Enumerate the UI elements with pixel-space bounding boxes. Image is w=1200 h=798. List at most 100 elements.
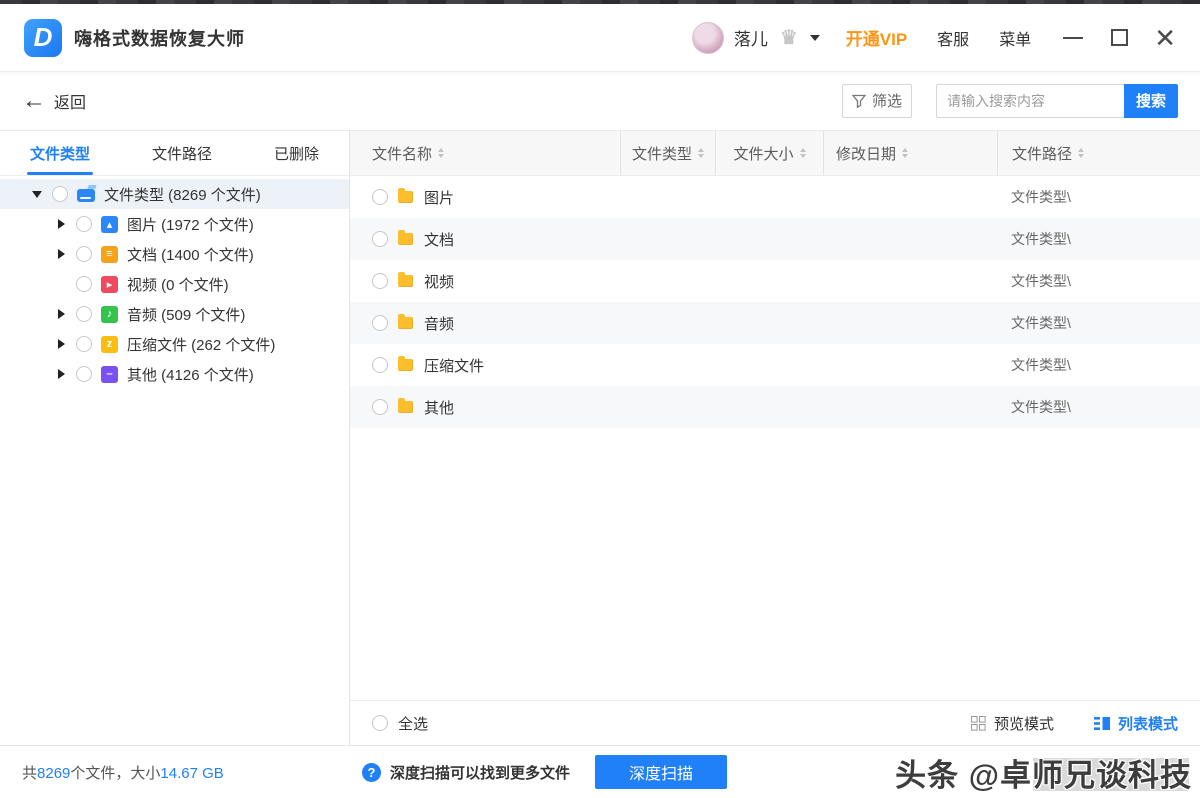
row-checkbox[interactable] bbox=[372, 189, 388, 205]
radio-checkbox[interactable] bbox=[76, 246, 92, 262]
select-all-control[interactable]: 全选 bbox=[372, 713, 428, 734]
customer-service-button[interactable]: 客服 bbox=[937, 26, 969, 50]
file-name-label: 文档 bbox=[424, 229, 454, 250]
filter-button[interactable]: 筛选 bbox=[842, 84, 912, 118]
deep-scan-button[interactable]: 深度扫描 bbox=[595, 755, 727, 789]
file-name-label: 其他 bbox=[424, 397, 454, 418]
triangle-right-icon bbox=[58, 249, 65, 259]
file-list-panel: 文件名称文件类型文件大小修改日期文件路径 图片文件类型\文档文件类型\视频文件类… bbox=[350, 131, 1200, 745]
sort-up-icon bbox=[438, 148, 444, 152]
cell-file-name: 文档 bbox=[350, 229, 620, 250]
cell-file-name: 图片 bbox=[350, 187, 620, 208]
titlebar: D 嗨格式数据恢复大师 落儿 ♛ 开通VIP 客服 菜单 ✕ bbox=[0, 4, 1200, 72]
funnel-icon bbox=[852, 94, 866, 108]
radio-checkbox[interactable] bbox=[76, 336, 92, 352]
sort-up-icon bbox=[1078, 148, 1084, 152]
minimize-button[interactable] bbox=[1063, 37, 1083, 39]
row-checkbox[interactable] bbox=[372, 273, 388, 289]
tree-item[interactable]: 文件类型 (8269 个文件) bbox=[0, 179, 349, 209]
collapse-arrow-icon[interactable] bbox=[54, 339, 68, 349]
select-all-checkbox[interactable] bbox=[372, 715, 388, 731]
cell-file-path: 文件类型\ bbox=[997, 187, 1200, 207]
watermark-text: 头条 @卓师兄谈科技 bbox=[895, 750, 1192, 795]
close-button[interactable]: ✕ bbox=[1154, 28, 1176, 48]
content-area: 文件类型 文件路径 已删除 文件类型 (8269 个文件)▴图片 (1972 个文件… bbox=[0, 130, 1200, 745]
tab-file-type[interactable]: 文件类型 bbox=[30, 131, 90, 175]
tree-item[interactable]: z 压缩文件 (262 个文件) bbox=[0, 329, 349, 359]
collapse-arrow-icon[interactable] bbox=[54, 219, 68, 229]
search-area: 搜索 bbox=[936, 84, 1178, 118]
column-header[interactable]: 文件大小 bbox=[715, 131, 823, 175]
radio-checkbox[interactable] bbox=[76, 366, 92, 382]
radio-checkbox[interactable] bbox=[76, 276, 92, 292]
search-button[interactable]: 搜索 bbox=[1124, 84, 1178, 118]
sort-arrows-icon[interactable] bbox=[698, 148, 704, 158]
row-checkbox[interactable] bbox=[372, 315, 388, 331]
row-checkbox[interactable] bbox=[372, 399, 388, 415]
table-row[interactable]: 图片 文件类型\ bbox=[350, 176, 1200, 218]
table-row[interactable]: 视频文件类型\ bbox=[350, 260, 1200, 302]
tree-item[interactable]: ≡文档 (1400 个文件) bbox=[0, 239, 349, 269]
app-logo-icon: D bbox=[24, 19, 62, 57]
chevron-down-icon[interactable] bbox=[810, 35, 820, 41]
search-input[interactable] bbox=[936, 84, 1124, 118]
column-header[interactable]: 修改日期 bbox=[823, 131, 997, 175]
table-row[interactable]: 文档文件类型\ bbox=[350, 218, 1200, 260]
preview-grid-icon bbox=[971, 716, 986, 731]
question-icon: ? bbox=[362, 763, 381, 782]
radio-checkbox[interactable] bbox=[52, 186, 68, 202]
back-button[interactable]: ← 返回 bbox=[22, 89, 86, 113]
table-row[interactable]: 压缩文件 文件类型\ bbox=[350, 344, 1200, 386]
menu-button[interactable]: 菜单 bbox=[999, 26, 1031, 50]
triangle-right-icon bbox=[58, 219, 65, 229]
tree-item[interactable]: ♪音频 (509 个文件) bbox=[0, 299, 349, 329]
tree-item-label: 其他 (4126 个文件) bbox=[127, 364, 254, 385]
list-mode-label: 列表模式 bbox=[1118, 713, 1178, 734]
tree-item-label: 图片 (1972 个文件) bbox=[127, 214, 254, 235]
column-header[interactable]: 文件名称 bbox=[350, 131, 620, 175]
file-name-label: 图片 bbox=[424, 187, 454, 208]
column-header[interactable]: 文件路径 bbox=[997, 131, 1200, 175]
triangle-down-icon bbox=[32, 191, 42, 198]
collapse-arrow-icon[interactable] bbox=[54, 309, 68, 319]
cell-file-path: 文件类型\ bbox=[997, 397, 1200, 417]
back-label: 返回 bbox=[54, 89, 86, 113]
tree-item[interactable]: ▸视频 (0 个文件) bbox=[0, 269, 349, 299]
radio-checkbox[interactable] bbox=[76, 306, 92, 322]
tree-item[interactable]: –其他 (4126 个文件) bbox=[0, 359, 349, 389]
select-all-label: 全选 bbox=[398, 713, 428, 734]
cell-file-path: 文件类型\ bbox=[997, 355, 1200, 375]
radio-checkbox[interactable] bbox=[76, 216, 92, 232]
table-body: 图片文件类型\文档文件类型\视频文件类型\音频文件类型\压缩文件文件类型\其他文… bbox=[350, 176, 1200, 428]
user-avatar[interactable] bbox=[692, 22, 724, 54]
column-header-label: 文件名称 bbox=[372, 143, 432, 164]
tab-deleted[interactable]: 已删除 bbox=[274, 131, 319, 175]
preview-mode-button[interactable]: 预览模式 bbox=[971, 713, 1054, 734]
total-size: 14.67 GB bbox=[160, 765, 223, 782]
archive-file-icon: z bbox=[101, 336, 118, 353]
file-name-label: 压缩文件 bbox=[424, 355, 484, 376]
collapse-arrow-icon[interactable] bbox=[54, 369, 68, 379]
maximize-button[interactable] bbox=[1111, 29, 1128, 46]
row-checkbox[interactable] bbox=[372, 231, 388, 247]
column-header-label: 文件路径 bbox=[1012, 143, 1072, 164]
sort-arrows-icon[interactable] bbox=[438, 148, 444, 158]
sort-arrows-icon[interactable] bbox=[800, 148, 806, 158]
collapse-arrow-icon[interactable] bbox=[54, 249, 68, 259]
column-header-label: 文件大小 bbox=[733, 143, 793, 164]
table-row[interactable]: 音频文件类型\ bbox=[350, 302, 1200, 344]
row-checkbox[interactable] bbox=[372, 357, 388, 373]
tree-item-label: 压缩文件 (262 个文件) bbox=[127, 334, 275, 355]
sort-arrows-icon[interactable] bbox=[1078, 148, 1084, 158]
username[interactable]: 落儿 bbox=[734, 25, 768, 50]
expand-arrow-icon[interactable] bbox=[30, 191, 44, 198]
table-row[interactable]: 其他 文件类型\ bbox=[350, 386, 1200, 428]
list-mode-button[interactable]: 列表模式 bbox=[1094, 713, 1178, 734]
sort-arrows-icon[interactable] bbox=[902, 148, 908, 158]
tab-file-path[interactable]: 文件路径 bbox=[152, 131, 212, 175]
tree-item[interactable]: ▴图片 (1972 个文件) bbox=[0, 209, 349, 239]
column-header[interactable]: 文件类型 bbox=[620, 131, 715, 175]
summary-middle: 个文件，大小 bbox=[70, 765, 160, 782]
open-vip-button[interactable]: 开通VIP bbox=[846, 25, 907, 50]
sidebar-tabs: 文件类型 文件路径 已删除 bbox=[0, 131, 349, 176]
